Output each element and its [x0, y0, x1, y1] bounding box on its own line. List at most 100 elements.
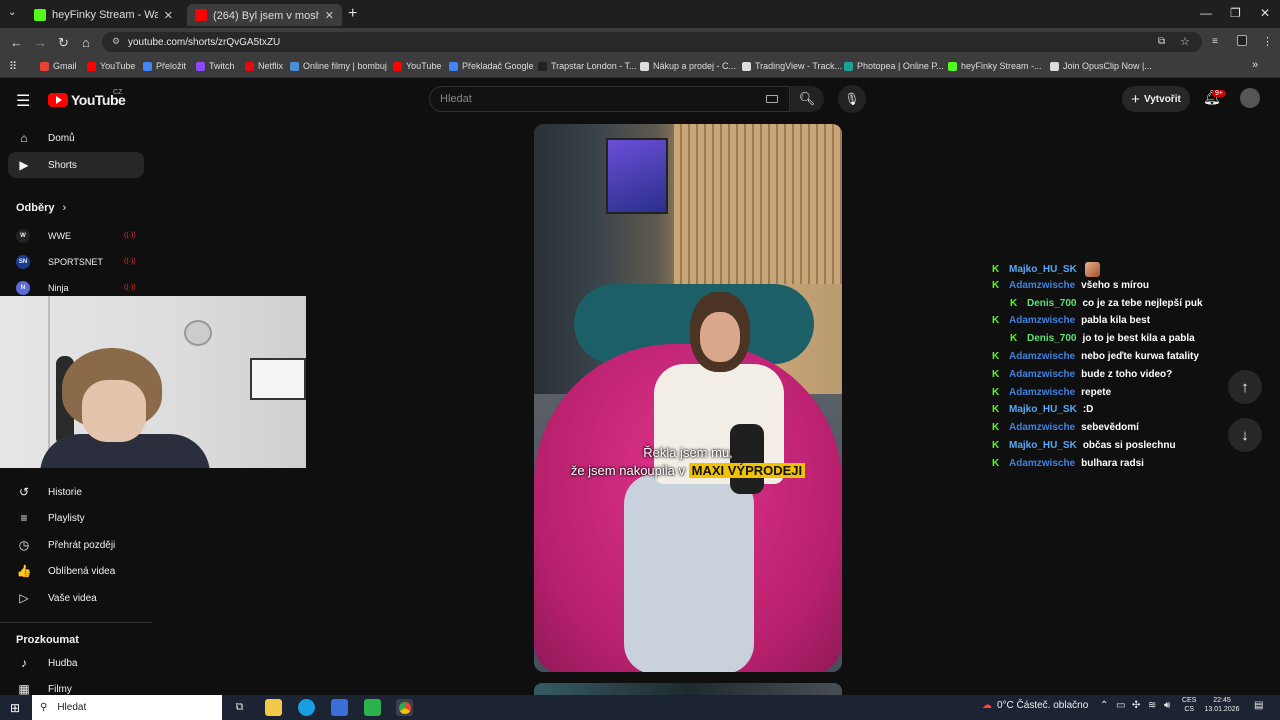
bookmark-favicon-icon — [538, 61, 547, 71]
keyboard-icon[interactable] — [766, 95, 778, 103]
chrome-icon[interactable] — [396, 699, 413, 716]
clock[interactable]: 22:45 13.01.2026 — [1202, 696, 1242, 714]
subscriptions-heading-label: Odběry — [16, 202, 55, 214]
sidebar-item-label: Historie — [48, 486, 82, 498]
sidebar-item-music[interactable]: ♪ Hudba — [8, 650, 144, 676]
subscriptions-heading[interactable]: Odběry › — [16, 202, 66, 214]
previous-short-button[interactable]: ↑ — [1228, 370, 1262, 404]
tab-youtube-short[interactable]: (264) Byl jsem v moshpitu 😂 🔊 ✕ — [187, 4, 342, 26]
chat-message: K Adamzwische nebo jeďte kurwa fatality — [992, 351, 1199, 362]
bookmark-item[interactable]: Netflix — [245, 61, 283, 71]
sidebar-item-history[interactable]: ↺ Historie — [8, 479, 144, 505]
sidebar-item-label: Filmy — [48, 683, 72, 695]
bookmark-item[interactable]: Twitch — [196, 61, 235, 71]
bookmark-item[interactable]: heyFinky Stream -... — [948, 61, 1042, 71]
tray-app-icon[interactable]: ✣ — [1132, 700, 1140, 711]
tab-heyfinky[interactable]: heyFinky Stream - Watch Live c ✕ — [26, 4, 181, 26]
input-language[interactable]: CES CS — [1182, 696, 1196, 714]
back-button[interactable]: ← — [10, 35, 23, 50]
bookmark-item[interactable]: YouTube — [393, 61, 441, 71]
chat-username: Adamzwische — [1009, 422, 1076, 434]
new-tab-button[interactable]: + — [348, 5, 357, 23]
bookmark-item[interactable]: Online filmy | bombuj — [290, 61, 387, 71]
chat-text: bude z toho video? — [1081, 368, 1173, 380]
search-button[interactable]: 🔍︎ — [790, 86, 824, 112]
bookmark-label: Join OpusClip Now |... — [1063, 61, 1152, 71]
home-button[interactable]: ⌂ — [82, 35, 90, 50]
bookmark-item[interactable]: Překladač Google — [449, 61, 534, 71]
more-bookmarks-icon[interactable]: » — [1252, 59, 1258, 71]
chat-username: Majko_HU_SK — [1009, 264, 1077, 275]
bookmark-label: Twitch — [209, 61, 235, 71]
taskbar-search[interactable]: ⚲ Hledat — [32, 695, 222, 720]
video-caption-line-1: Řekla jsem mu, — [643, 445, 733, 460]
sidebar-item-playlists[interactable]: ≡ Playlisty — [8, 505, 144, 531]
browser-tab-bar: ⌄ heyFinky Stream - Watch Live c ✕ (264)… — [0, 0, 1280, 28]
hamburger-menu-icon[interactable]: ☰ — [16, 91, 30, 111]
tray-app-icon[interactable]: ▭ — [1116, 700, 1125, 711]
tab-title: heyFinky Stream - Watch Live c — [52, 9, 158, 21]
subscription-item[interactable]: W WWE — [16, 226, 136, 246]
voice-search-button[interactable]: 🎙︎ — [838, 85, 866, 113]
tab-search-icon[interactable]: ⌄ — [8, 7, 16, 18]
close-window-button[interactable]: ✕ — [1260, 6, 1270, 20]
notification-center-icon[interactable]: ▤ — [1254, 700, 1263, 711]
sidebar-item-your-videos[interactable]: ▷ Vaše videa — [8, 585, 144, 611]
bookmark-item[interactable]: Photopea | Online P... — [844, 61, 944, 71]
apps-grid-icon[interactable]: ⠿ — [9, 60, 17, 73]
shorts-video-player[interactable] — [534, 124, 842, 672]
bookmark-item[interactable]: YouTube — [87, 61, 135, 71]
chat-message: K Majko_HU_SK — [992, 262, 1100, 277]
bookmark-item[interactable]: Nákup a prodej - C... — [640, 61, 736, 71]
subscription-item[interactable]: N Ninja — [16, 278, 136, 298]
chat-message: K Adamzwische pabla kila best — [992, 315, 1150, 326]
bookmark-item[interactable]: Join OpusClip Now |... — [1050, 61, 1152, 71]
subscription-item[interactable]: SN SPORTSNET — [16, 252, 136, 272]
video-person-face — [700, 312, 740, 362]
store-icon[interactable] — [331, 699, 348, 716]
bookmark-item[interactable]: Přeložit — [143, 61, 186, 71]
file-explorer-icon[interactable] — [265, 699, 282, 716]
weather-widget[interactable]: ☁ 0°C Částeč. oblačno — [982, 700, 1088, 711]
channel-avatar: SN — [16, 255, 30, 269]
chat-text: všeho s mírou — [1081, 279, 1149, 291]
sidebar-item-liked-videos[interactable]: 👍 Oblíbená videa — [8, 558, 144, 584]
bookmark-item[interactable]: TradingView - Track... — [742, 61, 842, 71]
site-info-icon[interactable]: ⚙ — [112, 36, 120, 47]
streamer-face — [82, 380, 146, 442]
bookmark-star-icon[interactable]: ☆ — [1180, 35, 1190, 48]
bookmark-label: Překladač Google — [462, 61, 534, 71]
extension-icon[interactable] — [1237, 35, 1247, 46]
url-text[interactable]: youtube.com/shorts/zrQvGA5txZU — [128, 37, 280, 48]
bookmark-label: YouTube — [406, 61, 442, 71]
next-short-button[interactable]: ↓ — [1228, 418, 1262, 452]
forward-button[interactable]: → — [34, 35, 47, 50]
sidebar-item-shorts[interactable]: ▶ Shorts — [8, 152, 144, 178]
task-view-icon[interactable]: ⧉ — [231, 699, 248, 716]
chat-text: pabla kila best — [1081, 315, 1151, 327]
minimize-button[interactable]: — — [1200, 6, 1212, 20]
account-avatar[interactable] — [1240, 88, 1260, 108]
tray-chevron-icon[interactable]: ⌃ — [1100, 700, 1108, 711]
bookmark-favicon-icon — [290, 61, 299, 71]
search-input[interactable] — [429, 86, 790, 112]
bookmark-item[interactable]: Trapstar London - T... — [538, 61, 637, 71]
wifi-icon[interactable]: ≋ — [1148, 700, 1156, 711]
close-tab-icon[interactable]: ✕ — [325, 9, 334, 22]
home-icon: ⌂ — [20, 131, 28, 145]
windows-start-icon[interactable]: ⊞ — [10, 701, 20, 715]
bookmark-item[interactable]: Gmail — [40, 61, 77, 71]
browser-menu-icon[interactable]: ⋮ — [1262, 35, 1273, 48]
sidebar-item-watch-later[interactable]: ◷ Přehrát později — [8, 532, 144, 558]
close-tab-icon[interactable]: ✕ — [164, 9, 173, 22]
sidebar-item-home[interactable]: ⌂ Domů — [8, 125, 144, 151]
edge-icon[interactable] — [298, 699, 315, 716]
create-button[interactable]: + Vytvořit — [1122, 86, 1190, 112]
app-icon[interactable] — [364, 699, 381, 716]
media-controls-icon[interactable]: ≡ — [1212, 36, 1218, 47]
volume-icon[interactable]: 🔊︎ — [1164, 700, 1170, 711]
maximize-button[interactable]: ❐ — [1230, 6, 1241, 20]
bookmark-label: Gmail — [53, 61, 77, 71]
reload-button[interactable]: ↻ — [58, 35, 69, 51]
install-icon[interactable]: ⧉ — [1158, 36, 1165, 47]
